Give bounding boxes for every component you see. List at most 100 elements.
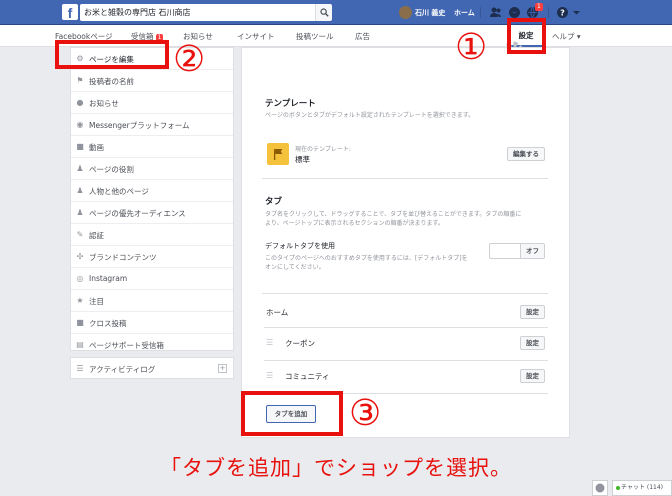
highlight-box-add-tab <box>241 391 343 436</box>
tab-ads[interactable]: 広告 <box>355 31 370 42</box>
sidebar-item-preferred-audience[interactable]: ♟ ページの優先オーディエンス <box>71 202 233 224</box>
sidebar-item-label: アクティビティログ <box>89 365 156 374</box>
wrench-icon: ✎ <box>76 230 84 239</box>
step-number-3: ③ <box>349 393 382 434</box>
default-tab-toggle[interactable]: オフ <box>489 243 545 259</box>
chat-label: チャット (114) <box>621 484 663 491</box>
sidebar-item-label: お知らせ <box>89 99 119 108</box>
sidebar-item-label: 人物と他のページ <box>89 187 149 196</box>
highlight-box-settings <box>507 18 546 54</box>
sidebar-item-label: ページサポート受信箱 <box>89 341 164 350</box>
friend-requests-icon[interactable] <box>489 6 502 19</box>
tab-row-community-label[interactable]: コミュニティ <box>285 371 330 382</box>
drag-handle-icon[interactable]: ☰ <box>266 338 273 347</box>
chat-settings-button[interactable] <box>592 480 608 496</box>
tabs-heading: タブ <box>265 197 283 207</box>
tab-row-coupon-label[interactable]: クーポン <box>285 338 315 349</box>
video-icon: ■ <box>76 318 84 327</box>
tab-publishing-tools[interactable]: 投稿ツール <box>296 31 334 42</box>
section-divider <box>262 293 548 294</box>
sidebar-item-instagram[interactable]: ◎ Instagram <box>71 268 233 290</box>
account-menu-chevron-down-icon[interactable] <box>572 6 581 19</box>
sidebar-item-label: ブランドコンテンツ <box>89 253 157 262</box>
tabs-description-line2: より、ページトップに表示されるセクションの順番が決まります。 <box>265 220 444 227</box>
sidebar-item-activity-log[interactable]: ☰ アクティビティログ + <box>70 357 234 379</box>
sidebar-item-crossposting[interactable]: ■ クロス投稿 <box>71 312 233 334</box>
sidebar-item-featured[interactable]: ★ 注目 <box>71 290 233 312</box>
sidebar-item-label: 投稿者の名前 <box>89 77 134 86</box>
sidebar-item-label: ページの優先オーディエンス <box>89 209 186 218</box>
sidebar-item-label: ページの役割 <box>89 165 134 174</box>
template-flag-icon <box>267 143 289 165</box>
sidebar-item-label: Messengerプラットフォーム <box>89 121 190 130</box>
video-icon: ■ <box>76 142 84 151</box>
sidebar-item-people-and-pages[interactable]: ♟ 人物と他のページ <box>71 180 233 202</box>
tabs-description-line1: タブ名をクリックして、ドラッグすることで、タブを並び替えることができます。タブの… <box>265 211 522 218</box>
highlight-box-edit-page <box>55 40 169 69</box>
edit-template-button[interactable]: 編集する <box>507 147 545 161</box>
settings-sidebar: ⚙ ページを編集 ⚑ 投稿者の名前 ● お知らせ ◉ Messengerプラット… <box>70 47 234 351</box>
notification-badge: 1 <box>535 3 543 11</box>
template-description: ページのボタンとタブがデフォルト設定されたテンプレートを選択できます。 <box>265 112 475 119</box>
step-number-2: ② <box>173 39 206 80</box>
search-button[interactable] <box>315 4 332 21</box>
inbox-icon: ▤ <box>76 340 84 349</box>
sidebar-item-notifications[interactable]: ● お知らせ <box>71 92 233 114</box>
tab-row-home-label[interactable]: ホーム <box>266 307 288 318</box>
audience-icon: ♟ <box>76 208 84 217</box>
tab-community-settings-button[interactable]: 設定 <box>520 369 545 383</box>
sidebar-item-branded-content[interactable]: ✣ ブランドコンテンツ <box>71 246 233 268</box>
sidebar-item-label: クロス投稿 <box>89 319 127 328</box>
people-icon: ♟ <box>76 186 84 195</box>
row-divider <box>264 327 548 328</box>
sidebar-item-messenger-platform[interactable]: ◉ Messengerプラットフォーム <box>71 114 233 136</box>
default-tab-description-line2: オンにしてください。 <box>265 264 325 271</box>
list-icon: ☰ <box>76 364 84 373</box>
sidebar-item-video[interactable]: ■ 動画 <box>71 136 233 158</box>
globe-icon <box>595 483 605 493</box>
current-template-value: 標準 <box>295 155 310 164</box>
tab-home-settings-button[interactable]: 設定 <box>520 305 545 319</box>
flag-icon <box>274 149 283 160</box>
tab-coupon-settings-button[interactable]: 設定 <box>520 336 545 350</box>
svg-text:?: ? <box>560 9 565 18</box>
sidebar-item-label: Instagram <box>89 274 128 283</box>
search-icon <box>320 8 329 17</box>
sidebar-item-verification[interactable]: ✎ 認証 <box>71 224 233 246</box>
person-icon: ♟ <box>76 164 84 173</box>
sidebar-item-page-roles[interactable]: ♟ ページの役割 <box>71 158 233 180</box>
tab-help[interactable]: ヘルプ ▾ <box>552 31 581 42</box>
tab-insights[interactable]: インサイト <box>237 31 275 42</box>
sidebar-item-label: 認証 <box>89 231 104 240</box>
step-number-1: ① <box>455 27 488 68</box>
home-link[interactable]: ホーム <box>454 8 475 18</box>
nav-separator-2 <box>548 7 549 18</box>
search-input[interactable]: お米と雑穀の専門店 石川商店 <box>80 4 330 21</box>
star-icon: ★ <box>76 296 84 305</box>
nav-separator <box>480 7 481 18</box>
instagram-icon: ◎ <box>76 274 84 283</box>
sidebar-item-support-inbox[interactable]: ▤ ページサポート受信箱 <box>71 334 233 356</box>
sidebar-item-label: 注目 <box>89 297 104 306</box>
top-bar: f お米と雑穀の専門店 石川商店 石川 義史 ホーム 1 ? <box>0 0 672 25</box>
globe-icon: ● <box>76 98 84 107</box>
row-divider <box>264 360 548 361</box>
chat-bar[interactable]: チャット (114) <box>612 480 672 496</box>
help-question-icon[interactable]: ? <box>556 6 569 19</box>
expand-plus-icon[interactable]: + <box>218 364 227 373</box>
section-divider <box>262 178 548 179</box>
profile-avatar[interactable] <box>399 6 412 19</box>
default-tab-description-line1: このタイプのページへのおすすめタブを使用するには、[デフォルトタブ]を <box>265 255 468 262</box>
instruction-caption: 「タブを追加」でショップを選択。 <box>160 456 512 480</box>
handshake-icon: ✣ <box>76 252 84 261</box>
profile-name-link[interactable]: 石川 義史 <box>415 8 445 18</box>
sidebar-item-author-name[interactable]: ⚑ 投稿者の名前 <box>71 70 233 92</box>
facebook-logo-icon[interactable]: f <box>62 4 78 21</box>
current-template-label: 現在のテンプレート: <box>295 146 351 153</box>
template-heading: テンプレート <box>265 99 316 109</box>
drag-handle-icon[interactable]: ☰ <box>266 371 273 380</box>
default-tab-label: デフォルトタブを使用 <box>265 242 335 250</box>
sidebar-item-label: 動画 <box>89 143 104 152</box>
online-status-dot <box>616 486 620 490</box>
flag-icon: ⚑ <box>76 76 84 85</box>
